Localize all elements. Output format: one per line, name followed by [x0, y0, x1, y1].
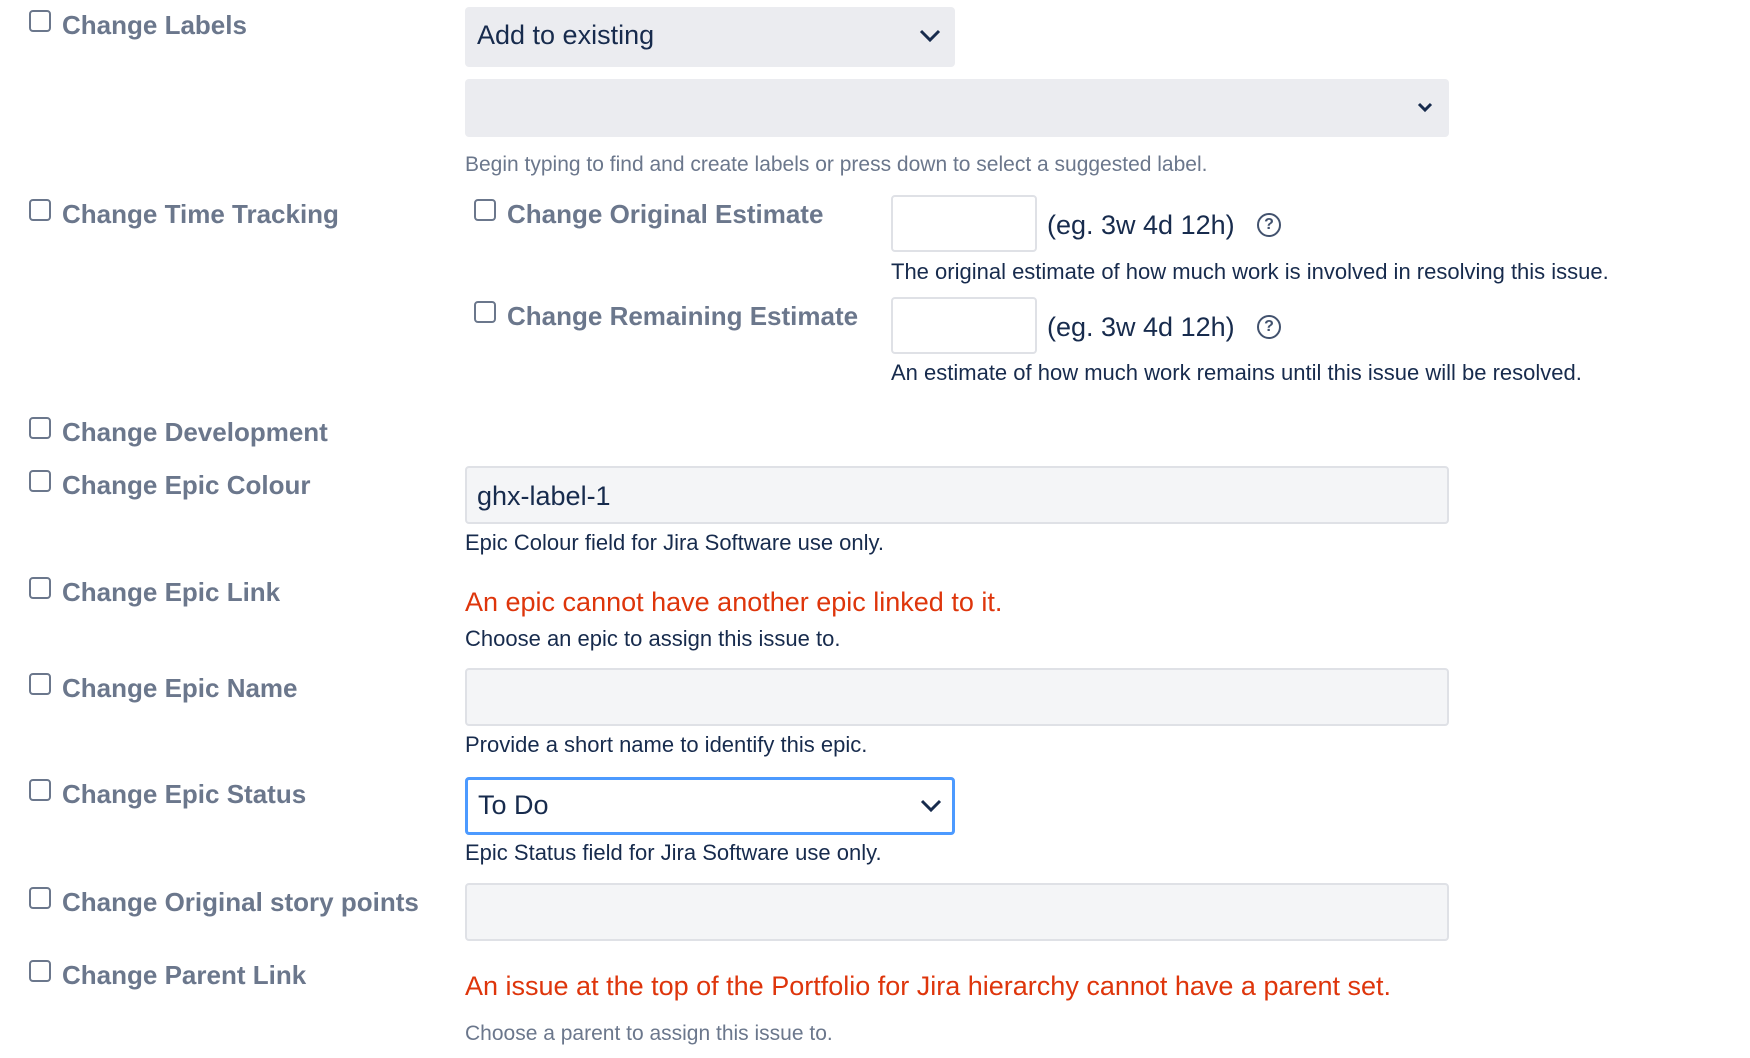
labels-hint: Begin typing to find and create labels o…: [465, 153, 1208, 176]
parent-link-checkbox[interactable]: [29, 960, 51, 982]
epic-status-value: To Do: [478, 790, 549, 820]
chevron-down-icon: [920, 799, 942, 813]
epic-link-label: Change Epic Link: [62, 577, 281, 607]
original-estimate-example: (eg. 3w 4d 12h): [1047, 210, 1235, 240]
help-icon[interactable]: ?: [1257, 213, 1281, 237]
development-label: Change Development: [62, 417, 328, 447]
epic-name-checkbox[interactable]: [29, 673, 51, 695]
original-estimate-checkbox[interactable]: [474, 199, 496, 221]
remaining-estimate-checkbox[interactable]: [474, 301, 496, 323]
labels-label: Change Labels: [62, 10, 247, 40]
remaining-estimate-description: An estimate of how much work remains unt…: [891, 360, 1582, 385]
development-checkbox[interactable]: [29, 417, 51, 439]
chevron-down-icon: [919, 29, 941, 43]
epic-link-checkbox[interactable]: [29, 577, 51, 599]
parent-link-hint: Choose a parent to assign this issue to.: [465, 1022, 833, 1045]
original-story-points-checkbox[interactable]: [29, 887, 51, 909]
labels-mode-select[interactable]: Add to existing: [465, 7, 955, 67]
time-tracking-checkbox[interactable]: [29, 199, 51, 221]
epic-link-error: An epic cannot have another epic linked …: [465, 587, 1003, 617]
original-estimate-input[interactable]: [891, 195, 1037, 252]
epic-colour-checkbox[interactable]: [29, 470, 51, 492]
epic-status-select[interactable]: To Do: [465, 777, 955, 835]
help-icon[interactable]: ?: [1257, 315, 1281, 339]
epic-name-label: Change Epic Name: [62, 673, 298, 703]
original-estimate-label: Change Original Estimate: [507, 199, 824, 229]
original-estimate-description: The original estimate of how much work i…: [891, 259, 1609, 284]
epic-colour-value: ghx-label-1: [477, 481, 611, 511]
remaining-estimate-input[interactable]: [891, 297, 1037, 354]
remaining-estimate-example: (eg. 3w 4d 12h): [1047, 312, 1235, 342]
epic-name-input[interactable]: [465, 668, 1449, 726]
epic-name-description: Provide a short name to identify this ep…: [465, 732, 868, 757]
chevron-down-icon: [1417, 102, 1433, 113]
remaining-estimate-label: Change Remaining Estimate: [507, 301, 859, 331]
epic-status-description: Epic Status field for Jira Software use …: [465, 840, 882, 865]
epic-status-label: Change Epic Status: [62, 779, 307, 809]
parent-link-error: An issue at the top of the Portfolio for…: [465, 971, 1392, 1001]
labels-mode-value: Add to existing: [477, 20, 655, 50]
epic-colour-description: Epic Colour field for Jira Software use …: [465, 530, 884, 555]
original-story-points-label: Change Original story points: [62, 887, 419, 917]
parent-link-label: Change Parent Link: [62, 960, 307, 990]
epic-status-checkbox[interactable]: [29, 779, 51, 801]
epic-link-description: Choose an epic to assign this issue to.: [465, 626, 841, 651]
epic-colour-label: Change Epic Colour: [62, 470, 311, 500]
time-tracking-label: Change Time Tracking: [62, 199, 339, 229]
original-story-points-input[interactable]: [465, 883, 1449, 941]
epic-colour-input[interactable]: ghx-label-1: [465, 466, 1449, 524]
labels-picker[interactable]: [465, 79, 1449, 137]
labels-checkbox[interactable]: [29, 10, 51, 32]
